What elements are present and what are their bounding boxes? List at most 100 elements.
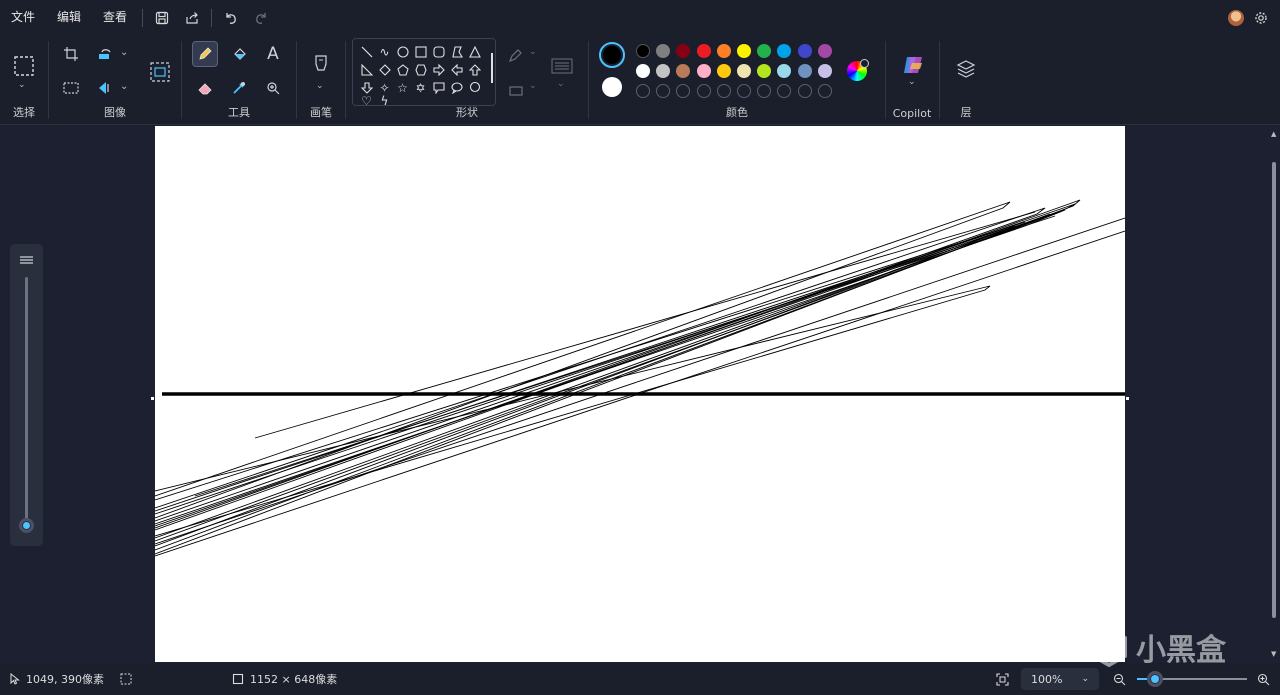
undo-icon[interactable]	[216, 0, 246, 35]
custom-color-slot[interactable]	[757, 84, 772, 98]
color-swatch[interactable]	[777, 64, 792, 78]
scrollbar-thumb[interactable]	[1272, 162, 1276, 618]
brush-size-slider[interactable]	[10, 244, 43, 546]
right-arrow-shape-icon[interactable]	[430, 61, 447, 78]
rotate-icon[interactable]	[93, 41, 119, 67]
color-swatch[interactable]	[636, 44, 650, 58]
color-swatch[interactable]	[676, 64, 691, 78]
text-tool-icon[interactable]: A	[260, 41, 286, 67]
slider-thumb[interactable]	[19, 518, 34, 533]
zoom-level-dropdown[interactable]: 100% ⌄	[1021, 668, 1099, 690]
color-swatch[interactable]	[817, 64, 832, 78]
color-swatch[interactable]	[696, 44, 711, 58]
custom-color-slot[interactable]	[716, 84, 731, 98]
color-swatch[interactable]	[737, 64, 751, 78]
zoom-slider-thumb[interactable]	[1147, 671, 1163, 687]
custom-color-slot[interactable]	[817, 84, 832, 98]
rectangle-shape-icon[interactable]	[412, 43, 429, 60]
color-swatch[interactable]	[757, 44, 772, 58]
crop-icon[interactable]	[58, 41, 84, 67]
pencil-icon[interactable]	[192, 41, 218, 67]
chevron-down-icon[interactable]: ⌄	[18, 80, 26, 90]
oval-shape-icon[interactable]	[394, 43, 411, 60]
color-swatch[interactable]	[656, 44, 671, 58]
drawing-canvas[interactable]	[155, 126, 1125, 662]
magnifier-icon[interactable]	[260, 75, 286, 101]
custom-color-slot[interactable]	[636, 84, 650, 98]
chevron-down-icon[interactable]: ⌄	[908, 77, 916, 87]
curve-shape-icon[interactable]: ∿	[376, 43, 393, 60]
scroll-up-icon[interactable]: ▲	[1271, 130, 1276, 138]
color-swatch[interactable]	[696, 64, 711, 78]
canvas-resize-handle[interactable]	[1126, 397, 1129, 400]
fit-to-window-icon[interactable]	[996, 663, 1009, 695]
select-group-label: 选择	[13, 106, 35, 119]
cloud-callout-shape-icon[interactable]	[466, 79, 483, 96]
line-shape-icon[interactable]	[358, 43, 375, 60]
vertical-scrollbar[interactable]: ▲ ▼	[1269, 126, 1280, 662]
oval-callout-shape-icon[interactable]	[448, 79, 465, 96]
menu-file[interactable]: 文件	[0, 0, 46, 35]
color-swatch[interactable]	[676, 44, 691, 58]
chevron-down-icon[interactable]: ⌄	[316, 81, 324, 91]
selection-icon[interactable]	[11, 51, 37, 81]
color-swatch[interactable]	[797, 44, 812, 58]
image-resize-icon[interactable]	[145, 57, 175, 87]
menu-edit[interactable]: 编辑	[46, 0, 92, 35]
custom-color-slot[interactable]	[737, 84, 751, 98]
pentagon-shape-icon[interactable]	[394, 61, 411, 78]
color-swatch[interactable]	[716, 44, 731, 58]
menu-view[interactable]: 查看	[92, 0, 138, 35]
left-arrow-shape-icon[interactable]	[448, 61, 465, 78]
layers-icon[interactable]	[956, 59, 976, 83]
polygon-shape-icon[interactable]	[448, 43, 465, 60]
color-swatch[interactable]	[757, 64, 772, 78]
rect-callout-shape-icon[interactable]	[430, 79, 447, 96]
triangle-shape-icon[interactable]	[466, 43, 483, 60]
color-picker-icon[interactable]	[226, 75, 252, 101]
share-icon[interactable]	[177, 0, 207, 35]
custom-color-slot[interactable]	[656, 84, 671, 98]
custom-color-slot[interactable]	[797, 84, 812, 98]
up-arrow-shape-icon[interactable]	[466, 61, 483, 78]
background-removal-icon[interactable]	[58, 75, 84, 101]
copilot-icon[interactable]	[902, 55, 924, 75]
color-swatch[interactable]	[797, 64, 812, 78]
rounded-rectangle-shape-icon[interactable]	[430, 43, 447, 60]
brush-icon[interactable]	[308, 51, 334, 77]
five-point-star-shape-icon[interactable]: ☆	[394, 79, 411, 96]
heart-shape-icon[interactable]: ♡	[358, 94, 375, 105]
color-swatch[interactable]	[817, 44, 832, 58]
shape-size-icon	[549, 53, 575, 79]
lightning-shape-icon[interactable]: ϟ	[376, 94, 393, 105]
fill-bucket-icon[interactable]	[226, 41, 252, 67]
color-swatch[interactable]	[777, 44, 792, 58]
color-swatch[interactable]	[636, 64, 650, 78]
avatar[interactable]	[1228, 9, 1244, 26]
shapes-scrollbar[interactable]	[491, 53, 493, 83]
secondary-color[interactable]	[602, 77, 622, 97]
chevron-down-icon[interactable]: ⌄	[120, 47, 128, 58]
color-swatch[interactable]	[716, 64, 731, 78]
zoom-in-icon[interactable]	[1257, 663, 1270, 695]
hexagon-shape-icon[interactable]	[412, 61, 429, 78]
chevron-down-icon: ⌄	[529, 81, 537, 91]
primary-color[interactable]	[599, 42, 625, 68]
right-triangle-shape-icon[interactable]	[358, 61, 375, 78]
six-point-star-shape-icon[interactable]: ✡	[412, 79, 429, 96]
custom-color-slot[interactable]	[676, 84, 691, 98]
canvas-resize-handle[interactable]	[151, 397, 154, 400]
eraser-icon[interactable]	[192, 75, 218, 101]
custom-color-slot[interactable]	[777, 84, 792, 98]
color-swatch[interactable]	[656, 64, 671, 78]
save-icon[interactable]	[147, 0, 177, 35]
settings-gear-icon[interactable]	[1250, 0, 1272, 35]
color-swatch[interactable]	[737, 44, 751, 58]
scroll-down-icon[interactable]: ▼	[1271, 650, 1276, 658]
chevron-down-icon[interactable]: ⌄	[120, 81, 128, 92]
slider-track	[25, 277, 28, 527]
custom-color-slot[interactable]	[696, 84, 711, 98]
redo-icon[interactable]	[246, 0, 276, 35]
flip-icon[interactable]	[93, 75, 119, 101]
diamond-shape-icon[interactable]	[376, 61, 393, 78]
